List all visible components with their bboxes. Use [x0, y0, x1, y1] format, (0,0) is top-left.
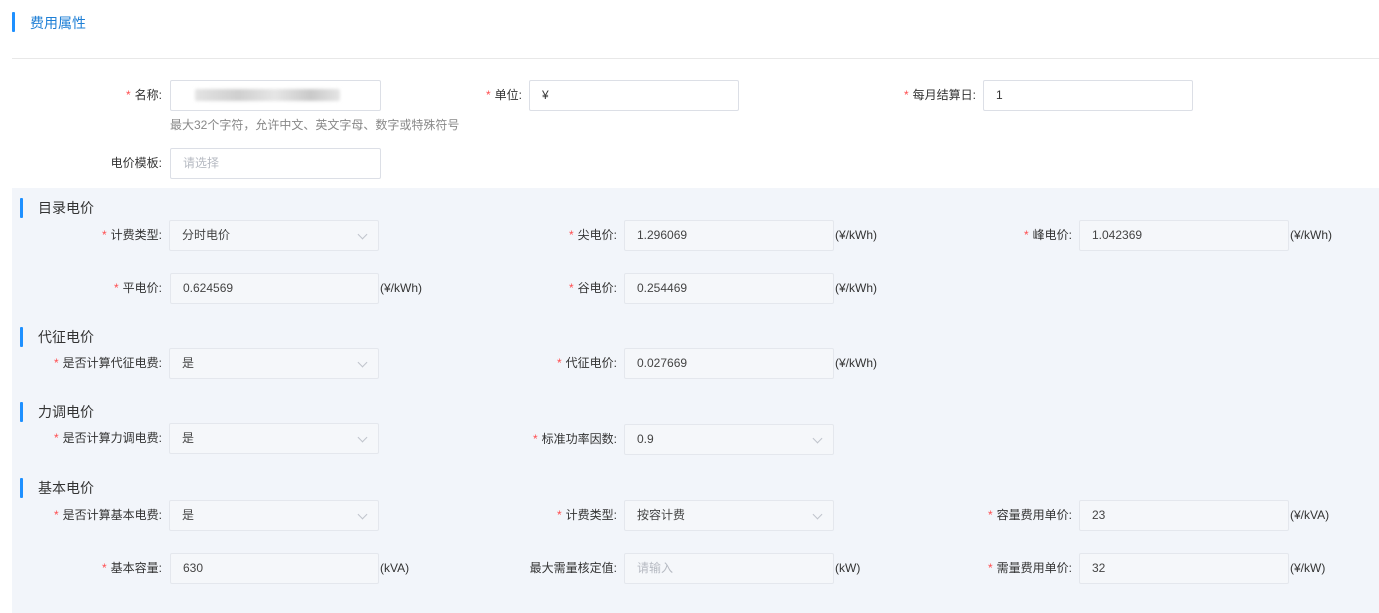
unit-label: * 单位:	[485, 88, 522, 102]
required-mark: *	[125, 88, 131, 102]
title-accent-bar	[12, 12, 15, 32]
section-accent-bar	[20, 198, 23, 218]
base-capacity-label: * 基本容量:	[101, 561, 162, 575]
flat-price-input[interactable]: 0.624569	[170, 273, 379, 304]
section-title-catalog: 目录电价	[38, 200, 94, 216]
name-hint: 最大32个字符，允许中文、英文字母、数字或特殊符号	[170, 118, 460, 132]
valley-price-input[interactable]: 0.254469	[624, 273, 834, 304]
basic-calc-select[interactable]: 是	[169, 500, 379, 531]
peak-price-label: * 峰电价:	[1023, 228, 1072, 242]
section-title-basic-price: 基本电价	[38, 480, 94, 496]
surcharge-price-input[interactable]: 0.027669	[624, 348, 834, 379]
base-capacity-unit: (kVA)	[380, 561, 410, 575]
demand-price-label: * 需量费用单价:	[987, 561, 1072, 575]
power-factor-calc-label: * 是否计算力调电费:	[53, 431, 162, 445]
max-demand-label: 最大需量核定值:	[529, 561, 617, 575]
header-divider	[12, 58, 1379, 59]
demand-price-input[interactable]: 32	[1079, 553, 1289, 584]
basic-type-select[interactable]: 按容计费	[624, 500, 834, 531]
name-label: * 名称:	[125, 88, 162, 102]
max-demand-unit: (kW)	[835, 561, 861, 575]
name-input[interactable]	[170, 80, 381, 111]
valley-price-label: * 谷电价:	[568, 281, 617, 295]
billing-type-label: * 计费类型:	[101, 228, 162, 242]
section-title-surcharge: 代征电价	[38, 329, 94, 345]
section-title-power-factor: 力调电价	[38, 404, 94, 420]
price-sections-panel	[12, 188, 1379, 613]
sharp-price-unit: (¥/kWh)	[835, 228, 877, 242]
valley-price-unit: (¥/kWh)	[835, 281, 877, 295]
surcharge-calc-select[interactable]: 是	[169, 348, 379, 379]
std-power-factor-select[interactable]: 0.9	[624, 424, 834, 455]
peak-price-input[interactable]: 1.042369	[1079, 220, 1289, 251]
capacity-price-label: * 容量费用单价:	[987, 508, 1072, 522]
section-accent-bar	[20, 327, 23, 347]
capacity-price-unit: (¥/kVA)	[1290, 508, 1330, 522]
redacted-name	[195, 89, 340, 101]
settle-day-label: * 每月结算日:	[903, 88, 976, 102]
section-accent-bar	[20, 478, 23, 498]
page-title: 费用属性	[30, 15, 86, 31]
template-select[interactable]: 请选择	[170, 148, 381, 179]
surcharge-calc-label: * 是否计算代征电费:	[53, 356, 162, 370]
template-label: 电价模板:	[110, 156, 162, 170]
std-power-factor-label: * 标准功率因数:	[532, 432, 617, 446]
unit-input[interactable]: ¥	[529, 80, 739, 111]
sharp-price-input[interactable]: 1.296069	[624, 220, 834, 251]
peak-price-unit: (¥/kWh)	[1290, 228, 1332, 242]
billing-type-select[interactable]: 分时电价	[169, 220, 379, 251]
sharp-price-label: * 尖电价:	[568, 228, 617, 242]
flat-price-unit: (¥/kWh)	[380, 281, 422, 295]
demand-price-unit: (¥/kW)	[1290, 561, 1326, 575]
section-accent-bar	[20, 402, 23, 422]
basic-type-label: * 计费类型:	[556, 508, 617, 522]
base-capacity-input[interactable]: 630	[170, 553, 379, 584]
capacity-price-input[interactable]: 23	[1079, 500, 1289, 531]
max-demand-input[interactable]: 请输入	[624, 553, 834, 584]
settle-day-input[interactable]: 1	[983, 80, 1193, 111]
flat-price-label: * 平电价:	[113, 281, 162, 295]
surcharge-price-unit: (¥/kWh)	[835, 356, 877, 370]
basic-calc-label: * 是否计算基本电费:	[53, 508, 162, 522]
surcharge-price-label: * 代征电价:	[556, 356, 617, 370]
power-factor-calc-select[interactable]: 是	[169, 423, 379, 454]
